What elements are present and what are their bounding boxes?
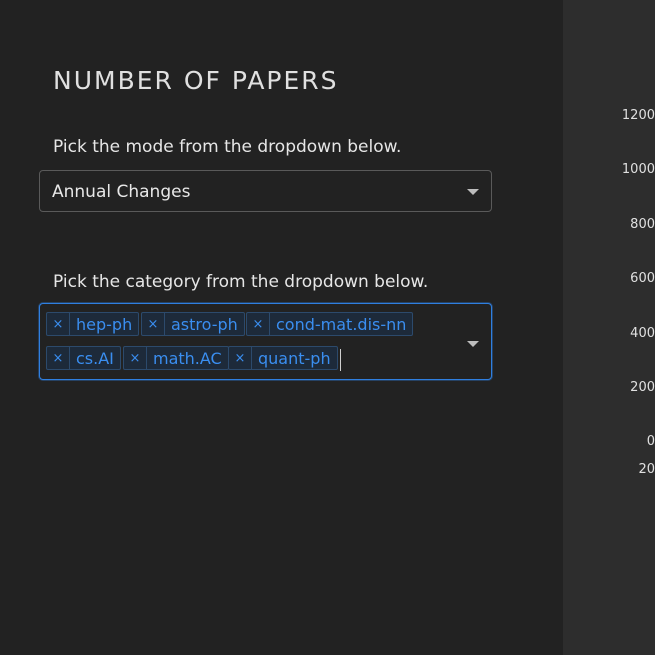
mode-selected-value: Annual Changes <box>52 182 191 202</box>
category-multiselect[interactable]: × hep-ph × astro-ph × cond-mat.dis-nn × … <box>39 303 492 380</box>
text-cursor <box>340 349 341 371</box>
mode-dropdown[interactable]: Annual Changes <box>39 170 492 212</box>
remove-tag-icon[interactable]: × <box>47 313 70 335</box>
remove-tag-icon[interactable]: × <box>247 313 270 335</box>
tag-astro-ph: × astro-ph <box>141 312 245 336</box>
tag-math-ac: × math.AC <box>123 346 229 370</box>
y-tick-label: 200 <box>630 380 655 395</box>
y-tick-label: 400 <box>630 326 655 341</box>
tag-cs-ai: × cs.AI <box>46 346 121 370</box>
y-tick-label: 600 <box>630 271 655 286</box>
y-tick-label: 1200 <box>621 108 655 123</box>
remove-tag-icon[interactable]: × <box>47 347 70 369</box>
tag-quant-ph: × quant-ph <box>228 346 338 370</box>
remove-tag-icon[interactable]: × <box>229 347 252 369</box>
tag-label: astro-ph <box>171 314 238 334</box>
y-tick-label: 0 <box>646 434 655 449</box>
page-title: NUMBER OF PAPERS <box>53 66 339 95</box>
mode-label: Pick the mode from the dropdown below. <box>53 137 402 157</box>
y-tick-label: 1000 <box>621 162 655 177</box>
tag-label: math.AC <box>153 348 222 368</box>
category-label: Pick the category from the dropdown belo… <box>53 272 429 292</box>
y-tick-label: 800 <box>630 217 655 232</box>
remove-tag-icon[interactable]: × <box>124 347 147 369</box>
tag-label: quant-ph <box>258 348 331 368</box>
tag-label: cs.AI <box>76 348 114 368</box>
x-tick-label: 20 <box>638 462 655 477</box>
tag-hep-ph: × hep-ph <box>46 312 140 336</box>
controls-panel: NUMBER OF PAPERS Pick the mode from the … <box>0 0 563 655</box>
chevron-down-icon[interactable] <box>467 341 479 347</box>
tag-cond-mat-dis-nn: × cond-mat.dis-nn <box>246 312 414 336</box>
tag-label: hep-ph <box>76 314 133 334</box>
tag-label: cond-mat.dis-nn <box>276 314 407 334</box>
remove-tag-icon[interactable]: × <box>142 313 165 335</box>
chevron-down-icon[interactable] <box>467 189 479 195</box>
chart-panel: 1200 1000 800 600 400 200 0 20 <box>563 0 655 655</box>
